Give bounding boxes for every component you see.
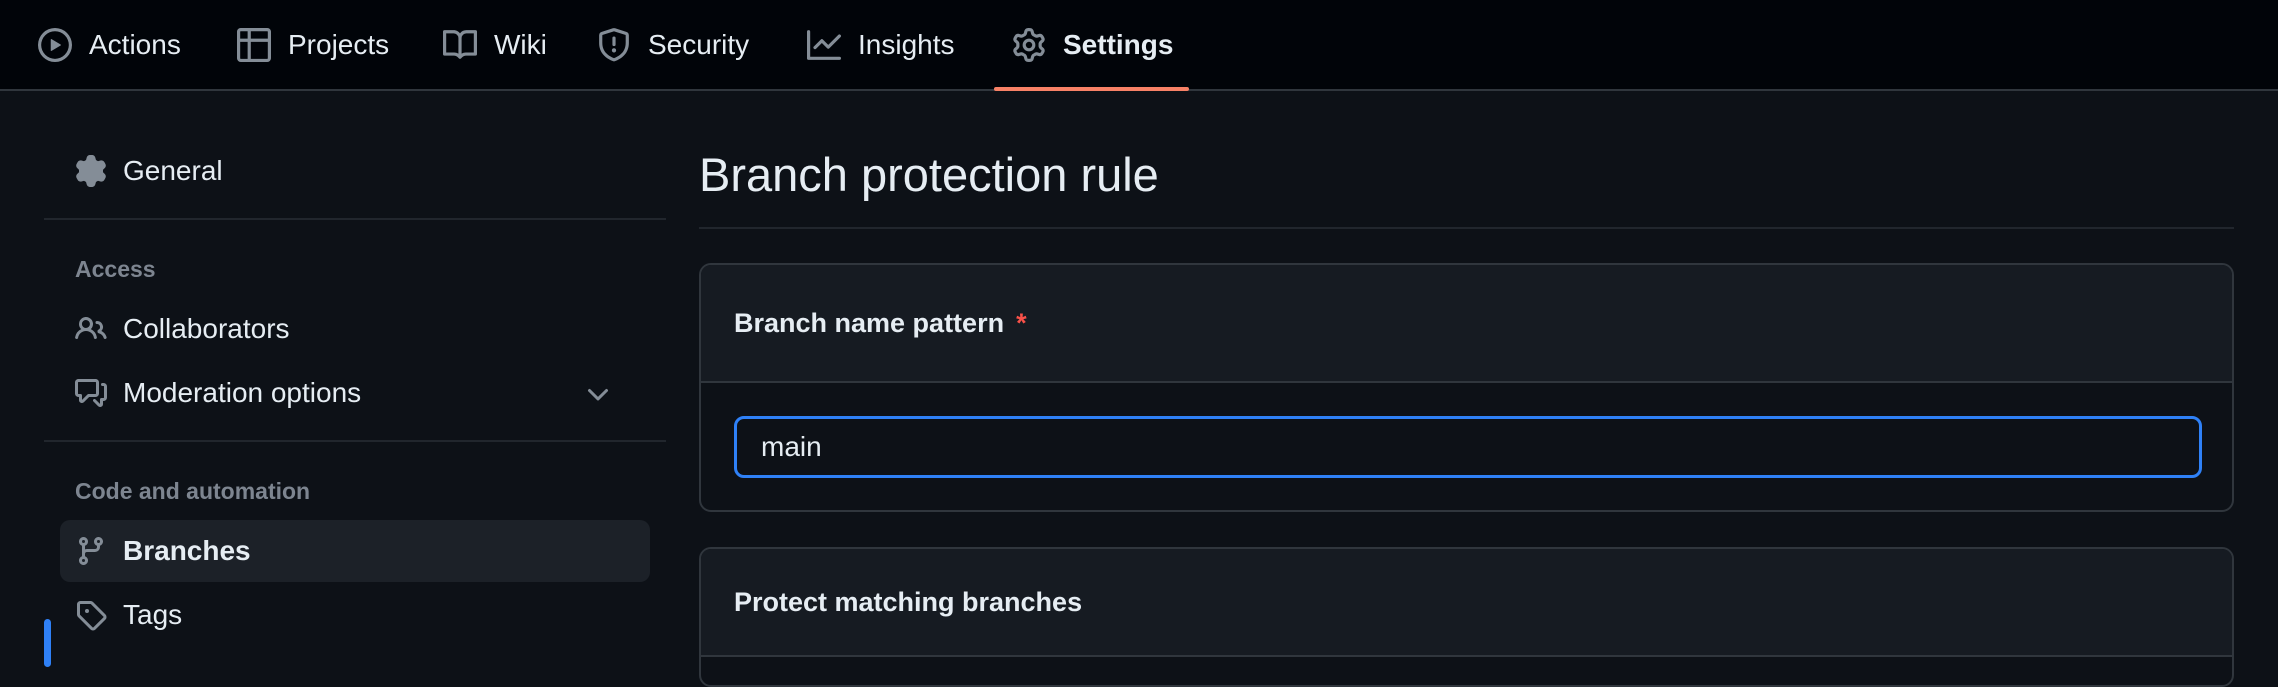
tab-label: Wiki <box>494 28 547 60</box>
sidebar-item-moderation[interactable]: Moderation options <box>60 362 650 424</box>
shield-icon <box>599 27 629 61</box>
tab-wiki[interactable]: Wiki <box>443 0 547 89</box>
branch-pattern-input[interactable] <box>734 416 2202 478</box>
tab-settings[interactable]: Settings <box>993 0 1190 91</box>
tag-icon <box>77 601 107 631</box>
tab-label: Projects <box>288 28 390 60</box>
gear-icon <box>76 155 106 187</box>
sidebar-item-branches[interactable]: Branches <box>60 520 650 582</box>
sidebar-item-label: Collaborators <box>123 313 290 344</box>
sidebar-item-label: Tags <box>123 599 183 630</box>
sidebar-item-label: Moderation options <box>123 377 362 408</box>
tab-label: Insights <box>858 28 955 60</box>
git-branch-icon <box>78 537 103 566</box>
tab-label: Actions <box>89 28 181 60</box>
graph-icon <box>807 29 841 60</box>
gear-icon <box>1013 27 1045 62</box>
tab-insights[interactable]: Insights <box>807 0 955 89</box>
tab-actions[interactable]: Actions <box>38 0 181 89</box>
play-icon <box>38 27 72 62</box>
repo-nav: Actions Projects Wiki Security Insights … <box>0 0 2278 91</box>
title-divider <box>699 227 2234 229</box>
sidebar-heading-code: Code and automation <box>75 478 311 504</box>
branch-pattern-label: Branch name pattern <box>734 307 1005 338</box>
sidebar-divider <box>44 218 666 220</box>
protect-branches-header: Protect matching branches <box>701 549 2232 657</box>
protect-branches-heading: Protect matching branches <box>734 586 1083 617</box>
tab-projects[interactable]: Projects <box>237 0 389 89</box>
sidebar-item-collaborators[interactable]: Collaborators <box>60 298 650 360</box>
tab-label: Settings <box>1063 28 1174 60</box>
table-icon <box>237 27 271 62</box>
sidebar-item-label: General <box>123 155 223 186</box>
sidebar-item-label: Branches <box>123 535 251 566</box>
tab-label: Security <box>648 28 750 60</box>
book-icon <box>443 29 477 59</box>
people-icon <box>75 316 107 340</box>
page-title: Branch protection rule <box>699 148 1159 201</box>
sidebar-item-general[interactable]: General <box>60 140 650 202</box>
protect-branches-box: Protect matching branches <box>699 547 2234 687</box>
required-mark: * <box>1016 307 1027 338</box>
selected-indicator <box>44 619 51 667</box>
comment-discussion-icon <box>75 379 107 407</box>
branch-pattern-box: Branch name pattern * <box>699 263 2234 512</box>
settings-sidebar: General Access Collaborators Moderation … <box>0 91 680 667</box>
sidebar-item-tags[interactable]: Tags <box>60 584 650 646</box>
sidebar-heading-access: Access <box>75 256 156 282</box>
sidebar-divider <box>44 440 666 442</box>
tab-security[interactable]: Security <box>597 0 749 89</box>
chevron-down-icon[interactable] <box>582 379 614 411</box>
branch-pattern-header: Branch name pattern * <box>701 265 2232 383</box>
